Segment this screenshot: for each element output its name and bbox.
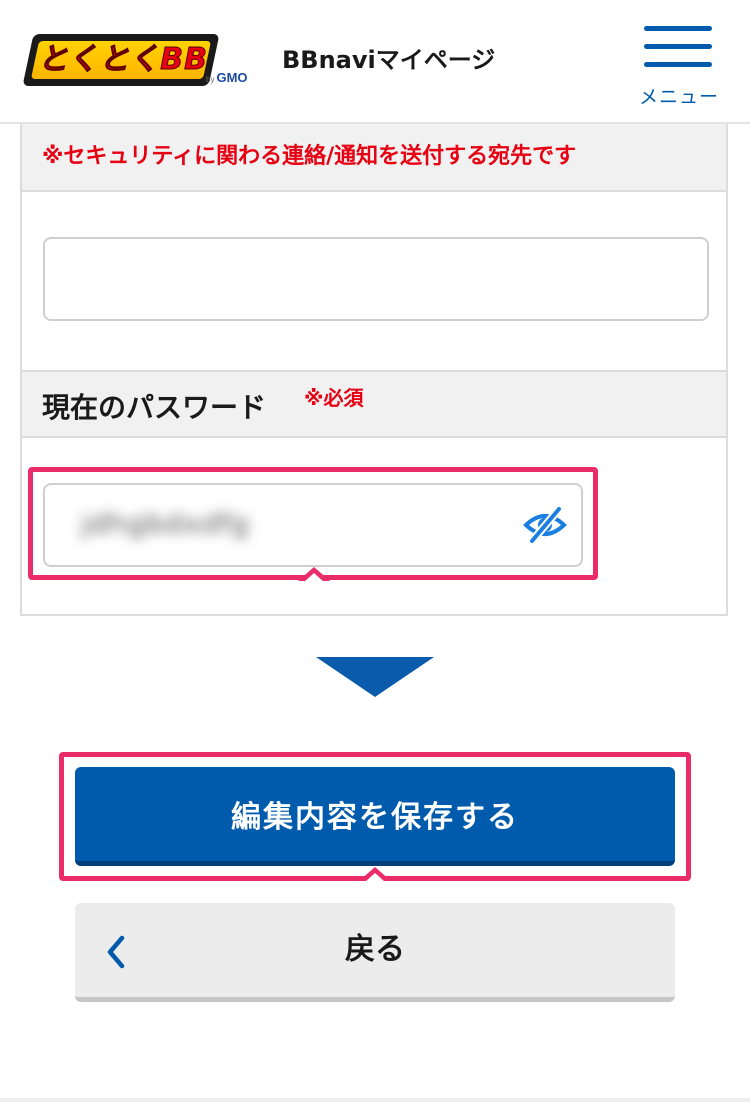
save-highlight-pointer — [359, 867, 391, 882]
down-triangle-icon — [316, 657, 434, 697]
menu-button[interactable]: メニュー — [636, 24, 722, 108]
app-header: とくとくBB by GMO BBnaviマイページ メニュー — [0, 0, 750, 124]
save-button[interactable]: 編集内容を保存する — [75, 767, 675, 866]
password-highlight-pointer — [298, 567, 330, 582]
tokutoku-bb-logo[interactable]: とくとくBB by GMO — [22, 34, 258, 90]
password-label-row: 現在のパスワード ※必須 — [22, 370, 726, 438]
logo-text: とくとくBB — [38, 42, 208, 78]
password-highlight-box — [28, 467, 598, 580]
logo-by: by — [206, 75, 215, 84]
back-label: 戻る — [345, 932, 405, 967]
required-badge: ※必須 — [304, 386, 364, 410]
logo-brand: GMO — [216, 70, 248, 85]
security-note: ※セキュリティに関わる連絡/通知を送付する宛先です — [42, 144, 577, 169]
footer-divider — [0, 1098, 750, 1102]
password-label: 現在のパスワード — [42, 391, 267, 424]
logo-gmo: by GMO — [206, 70, 248, 85]
email-field[interactable] — [43, 237, 709, 321]
back-button[interactable]: 戻る — [75, 903, 675, 1002]
page-title: BBnaviマイページ — [282, 46, 496, 74]
menu-label: メニュー — [638, 86, 719, 108]
security-note-row: ※セキュリティに関わる連絡/通知を送付する宛先です — [22, 124, 726, 192]
